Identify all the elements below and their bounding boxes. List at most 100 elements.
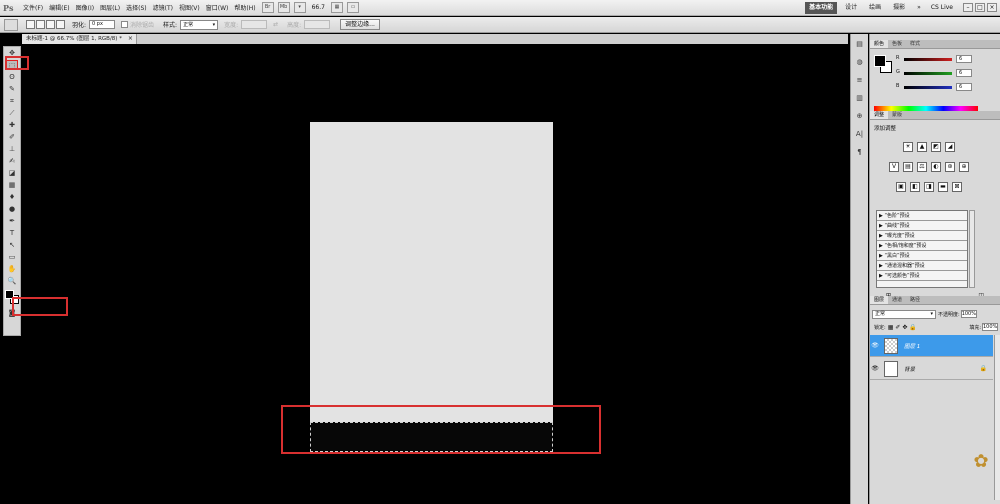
panel-strip-icon[interactable]: ▥ <box>854 92 866 104</box>
document-tab[interactable]: 未标题-1 @ 66.7% (图层 1, RGB/8) * × <box>22 34 137 44</box>
close-window-button[interactable]: × <box>987 3 997 12</box>
panel-strip-icon[interactable]: ⊕ <box>854 110 866 122</box>
preset-item[interactable]: ▶ “通道混和器”预设 <box>877 261 967 271</box>
more-workspaces-icon[interactable]: » <box>913 2 925 14</box>
color-slider-b[interactable]: B6 <box>896 83 998 92</box>
expand-triangle-icon[interactable]: ▶ <box>879 223 883 229</box>
layer-name[interactable]: 图层 1 <box>904 342 920 350</box>
path-select-icon[interactable]: ↖ <box>6 240 18 250</box>
preset-item[interactable]: ▶ “黑白”预设 <box>877 251 967 261</box>
add-selection-icon[interactable] <box>36 20 45 29</box>
hand-icon[interactable]: ✋ <box>6 264 18 274</box>
quick-select-icon[interactable]: ✎ <box>6 84 18 94</box>
workspace-photography[interactable]: 摄影 <box>889 2 909 14</box>
panel-strip-icon[interactable]: ◍ <box>854 56 866 68</box>
close-icon[interactable]: × <box>128 34 133 44</box>
pen-icon[interactable]: ✒ <box>6 216 18 226</box>
panel-strip-icon[interactable]: ¶ <box>854 146 866 158</box>
adjustment-icon[interactable]: V <box>889 162 899 172</box>
zoom-level[interactable]: 66.7 <box>312 4 325 11</box>
minibridge-button[interactable]: Mb <box>277 2 290 13</box>
workspace-painting[interactable]: 绘画 <box>865 2 885 14</box>
menu-window[interactable]: 窗口(W) <box>206 3 229 12</box>
adjustment-icon[interactable]: ⚖ <box>917 162 927 172</box>
color-slider-g[interactable]: G6 <box>896 69 998 78</box>
preset-item[interactable]: ▶ “色阶”预设 <box>877 211 967 221</box>
eraser-icon[interactable]: ◪ <box>6 168 18 178</box>
expand-triangle-icon[interactable]: ▶ <box>879 253 883 259</box>
panel-strip-icon[interactable]: A| <box>854 128 866 140</box>
menu-view[interactable]: 视图(V) <box>179 3 200 12</box>
eyedropper-icon[interactable]: ⟋ <box>6 108 18 118</box>
adjustment-icon[interactable]: ◐ <box>931 162 941 172</box>
slider-value-input[interactable]: 6 <box>956 83 972 91</box>
maximize-button[interactable]: □ <box>975 3 985 12</box>
opacity-input[interactable]: 100% <box>960 310 977 318</box>
lock-icon[interactable]: 🔒 <box>980 365 987 372</box>
arrange-button[interactable]: ▦ <box>330 2 343 13</box>
document-canvas[interactable] <box>310 122 553 452</box>
lock-move-icon[interactable]: ✥ <box>902 324 907 331</box>
blend-mode-select[interactable]: 正常 <box>872 309 936 319</box>
minimize-button[interactable]: – <box>963 3 973 12</box>
tab-swatches[interactable]: 色板 <box>888 40 906 48</box>
blur-icon[interactable]: ♦ <box>6 192 18 202</box>
history-brush-icon[interactable]: ✍ <box>6 156 18 166</box>
adjustment-icon[interactable]: ▣ <box>896 182 906 192</box>
expand-triangle-icon[interactable]: ▶ <box>879 243 883 249</box>
slider-value-input[interactable]: 6 <box>956 69 972 77</box>
workspace-design[interactable]: 设计 <box>841 2 861 14</box>
menu-filter[interactable]: 滤镜(T) <box>153 3 173 12</box>
panel-strip-icon[interactable]: ≡ <box>854 74 866 86</box>
intersect-selection-icon[interactable] <box>56 20 65 29</box>
expand-triangle-icon[interactable]: ▶ <box>879 213 883 219</box>
adjustment-icon[interactable]: ▤ <box>903 162 913 172</box>
brush-icon[interactable]: ✐ <box>6 132 18 142</box>
adjustment-icon[interactable]: ☀ <box>903 142 913 152</box>
canvas-area[interactable] <box>22 44 848 504</box>
eye-icon[interactable]: 👁 <box>870 365 880 372</box>
cs-live-button[interactable]: CS Live <box>931 4 953 11</box>
crop-icon[interactable]: ⌗ <box>6 96 18 106</box>
workspace-essentials[interactable]: 基本功能 <box>805 1 838 14</box>
refine-edge-button[interactable]: 调整边缘... <box>340 19 380 30</box>
tab-styles[interactable]: 样式 <box>906 40 924 48</box>
lasso-icon[interactable]: ʘ <box>6 72 18 82</box>
foreground-color-swatch[interactable] <box>874 55 886 67</box>
tab-color[interactable]: 颜色 <box>870 40 889 48</box>
lock-transparency-icon[interactable]: ▦ <box>888 324 894 331</box>
screen-mode-button[interactable]: ▭ <box>346 2 359 13</box>
stamp-icon[interactable]: ⊥ <box>6 144 18 154</box>
expand-triangle-icon[interactable]: ▶ <box>879 263 883 269</box>
expand-triangle-icon[interactable]: ▶ <box>879 233 883 239</box>
antialias-checkbox[interactable] <box>121 21 129 28</box>
style-select[interactable]: 正常 <box>180 19 219 30</box>
tool-preset-picker[interactable] <box>4 18 18 31</box>
menu-layer[interactable]: 图层(L) <box>100 3 120 12</box>
menu-select[interactable]: 选择(S) <box>126 3 147 12</box>
adjustment-icon[interactable]: ⊕ <box>959 162 969 172</box>
expand-triangle-icon[interactable]: ▶ <box>879 273 883 279</box>
menu-image[interactable]: 图像(I) <box>76 3 94 12</box>
tab-masks[interactable]: 蒙版 <box>888 111 906 119</box>
menu-edit[interactable]: 编辑(E) <box>49 3 69 12</box>
menu-help[interactable]: 帮助(H) <box>234 3 255 12</box>
adjustment-icon[interactable]: ▬ <box>938 182 948 192</box>
adjustment-icon[interactable]: ◧ <box>910 182 920 192</box>
menu-file[interactable]: 文件(F) <box>23 3 43 12</box>
adjustment-icon[interactable]: ◨ <box>924 182 934 192</box>
adjustment-icon[interactable]: ◢ <box>945 142 955 152</box>
adjustment-icon[interactable]: ◩ <box>931 142 941 152</box>
eye-icon[interactable]: 👁 <box>870 342 880 349</box>
adjustment-icon[interactable]: ⊛ <box>945 162 955 172</box>
layer-row[interactable]: 👁 背景 🔒 <box>870 358 993 380</box>
view-extras-button[interactable]: ▾ <box>293 2 306 13</box>
layer-row[interactable]: 👁 图层 1 <box>870 335 993 357</box>
tab-paths[interactable]: 路径 <box>906 296 924 304</box>
preset-item[interactable]: ▶ “曝光度”预设 <box>877 231 967 241</box>
type-icon[interactable]: T <box>6 228 18 238</box>
slider-track[interactable] <box>904 58 952 61</box>
slider-track[interactable] <box>904 86 952 89</box>
slider-value-input[interactable]: 6 <box>956 55 972 63</box>
slider-track[interactable] <box>904 72 952 75</box>
